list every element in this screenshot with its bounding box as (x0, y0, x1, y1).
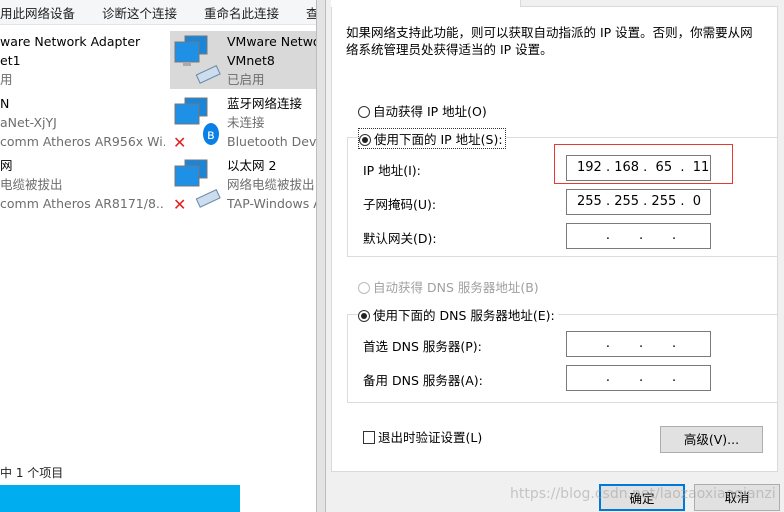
diagnose-button[interactable]: 诊断这个连接 (102, 3, 177, 22)
svg-text:✕: ✕ (173, 195, 186, 214)
dns-group (347, 314, 778, 403)
manual-dns-radio[interactable]: 使用下面的 DNS 服务器地址(E): (358, 305, 558, 324)
alternate-dns-field[interactable]: . . . (566, 365, 711, 391)
preferred-dns-field[interactable]: . . . (566, 331, 711, 357)
alternate-dns-label: 备用 DNS 服务器(A): (363, 373, 483, 388)
auto-ip-label: 自动获得 IP 地址(O) (373, 104, 487, 119)
adapter-device: VMnet8 (227, 53, 275, 68)
adapter-device: aNet-XjYJ (0, 115, 57, 130)
adapter-device: 电缆被拔出 (0, 177, 63, 192)
network-adapter-icon (174, 35, 221, 84)
subnet-mask-field[interactable]: 255 . 255 . 255 . 0 (566, 189, 711, 215)
auto-dns-radio[interactable]: 自动获得 DNS 服务器地址(B) (358, 277, 539, 296)
adapter-status: 已启用 (227, 72, 265, 87)
disable-device-button[interactable]: 用此网络设备 (0, 3, 75, 22)
advanced-button[interactable]: 高级(V)... (660, 426, 763, 453)
adapter-status: comm Atheros AR956x Wi... (0, 134, 165, 149)
adapter-name: 以太网 2 (227, 158, 277, 173)
adapter-name: 网 (0, 158, 13, 173)
ip-address-field[interactable]: 192 . 168 . 65 . 11 (566, 155, 711, 181)
rename-button[interactable]: 重命名此连接 (204, 3, 279, 22)
svg-text:✕: ✕ (173, 133, 186, 152)
preferred-dns-label: 首选 DNS 服务器(P): (363, 339, 482, 354)
radio-selected-icon (359, 134, 371, 146)
radio-icon (358, 282, 370, 294)
auto-dns-label: 自动获得 DNS 服务器地址(B) (373, 280, 539, 295)
radio-icon (358, 106, 370, 118)
adapter-status: Bluetooth Devic (227, 134, 316, 149)
watermark: https://blog.csdn.net/laozaoxiaoqianzi (510, 486, 776, 502)
gateway-field[interactable]: . . . (566, 223, 711, 249)
taskbar-area (0, 485, 240, 512)
adapter-name: VMware Netwo (227, 34, 316, 49)
adapter-status: comm Atheros AR8171/8... (0, 196, 165, 211)
manual-dns-label: 使用下面的 DNS 服务器地址(E): (373, 308, 555, 323)
status-bar-text: 中 1 个项目 (0, 466, 64, 480)
description-text: 络系统管理员处获得适当的 IP 设置。 (346, 42, 553, 57)
manual-ip-radio[interactable]: 使用下面的 IP 地址(S): (358, 128, 506, 149)
gateway-label: 默认网关(D): (363, 231, 437, 246)
bluetooth-adapter-icon: ʙ ✕ (173, 97, 219, 152)
svg-text:ʙ: ʙ (207, 128, 215, 143)
adapter-status: TAP-Windows A (227, 196, 316, 211)
adapter-status: 用 (0, 72, 13, 87)
window-border (316, 0, 326, 512)
adapter-name: 蓝牙网络连接 (227, 96, 303, 111)
adapter-name: ware Network Adapter (0, 34, 141, 49)
toolbar: 用此网络设备 诊断这个连接 重命名此连接 查 (0, 0, 319, 25)
tab-general[interactable] (331, 0, 521, 7)
adapter-ethernet-2[interactable]: 以太网 2 网络电缆被拔出 TAP-Windows A (227, 156, 316, 213)
manual-ip-label: 使用下面的 IP 地址(S): (374, 132, 503, 147)
adapter-device: 未连接 (227, 115, 265, 130)
validate-checkbox[interactable]: 退出时验证设置(L) (363, 427, 482, 446)
network-connections-window: 用此网络设备 诊断这个连接 重命名此连接 查 ware Network Adap… (0, 0, 319, 485)
ip-address-label: IP 地址(I): (363, 163, 421, 178)
ethernet-disconnected-icon: ✕ (173, 159, 221, 214)
adapter-device: et1 (0, 53, 21, 68)
subnet-mask-label: 子网掩码(U): (363, 197, 437, 212)
adapter-ethernet[interactable]: 网 电缆被拔出 comm Atheros AR8171/8... (0, 156, 165, 213)
validate-label: 退出时验证设置(L) (378, 430, 483, 445)
checkbox-icon (363, 431, 375, 444)
adapter-name: N (0, 96, 10, 111)
adapter-vmnet1[interactable]: ware Network Adapter et1 用 (0, 32, 165, 89)
adapter-wlan[interactable]: N aNet-XjYJ comm Atheros AR956x Wi... (0, 94, 165, 151)
adapter-bluetooth[interactable]: 蓝牙网络连接 未连接 Bluetooth Devic (227, 94, 316, 151)
auto-ip-radio[interactable]: 自动获得 IP 地址(O) (358, 101, 487, 120)
adapter-device: 网络电缆被拔出 (227, 177, 315, 192)
radio-selected-icon (358, 310, 370, 322)
